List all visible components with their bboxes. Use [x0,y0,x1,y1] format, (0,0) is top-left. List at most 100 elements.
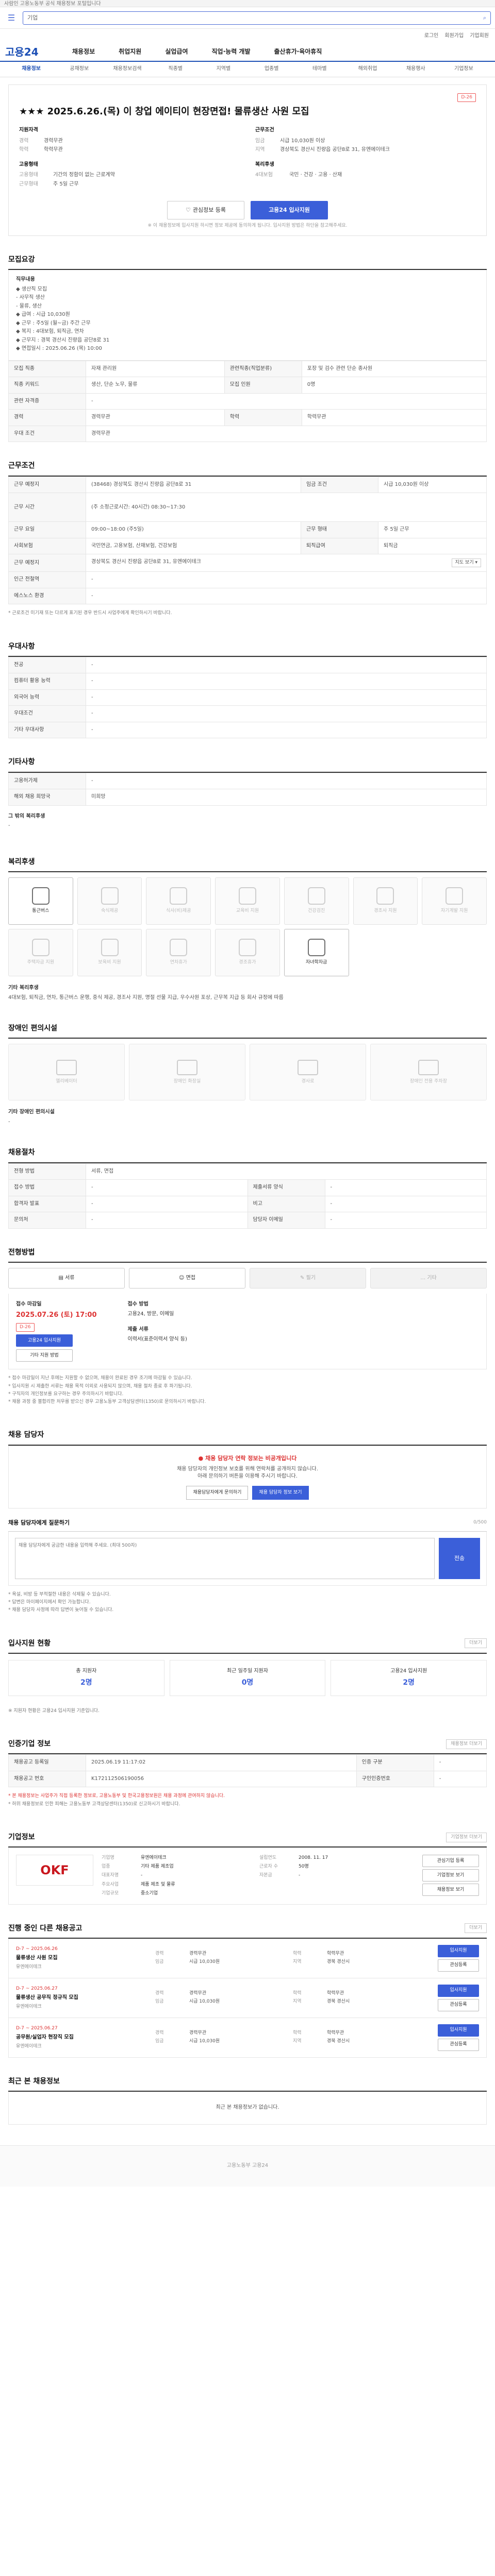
login-link[interactable]: 로그인 [424,32,439,40]
apply-online-button[interactable]: 고용24 입사지원 [16,1334,73,1347]
nav-item-training[interactable]: 직업·능력 개발 [212,47,251,56]
welfare-item: 식사(비)제공 [146,877,211,925]
site-logo[interactable]: 고용24 [5,45,52,60]
corp-member-link[interactable]: 기업회원 [470,32,489,40]
subnav-item[interactable]: 지역별 [200,65,248,73]
map-button[interactable]: 지도 보기 ▾ [451,558,481,568]
corp-info-button[interactable]: 기업정보 보기 [422,1869,479,1882]
table-key: 학력 [224,409,302,426]
facility-item: 경사로 [250,1044,366,1101]
subnav-item[interactable]: 공채정보 [55,65,103,73]
corp-logo: OKF [16,1855,93,1886]
duty-line: - 물류, 생산 [16,303,42,309]
subnav-item[interactable]: 채용정보 [7,65,55,73]
subnav-item[interactable]: 해외취업 [343,65,391,73]
table-value: 경상북도 경산시 진량읍 공단8로 31, 유엔에이테크 지도 보기 ▾ [86,554,487,572]
table-row: 우대조건 - [8,705,487,722]
stats-more-button[interactable]: 더보기 [465,1638,487,1649]
table-key: 전공 [8,656,86,674]
table-key: 근무 요일 [8,521,86,538]
subnav-item[interactable]: 채용정보검색 [103,65,151,73]
table-row: 합격자 발표 - 비고 - [8,1195,487,1213]
section-title: 복리후생 [8,857,35,866]
subnav-item[interactable]: 업종별 [248,65,295,73]
list-item[interactable]: D-7 ~ 2025.06.27 공무원/실업자 현장직 모집 유엔에이테크 경력 경… [8,2018,487,2058]
list-item[interactable]: D-7 ~ 2025.06.27 물류생산 공무직 정규직 모집 유엔에이테크 경력… [8,1978,487,2018]
signup-link[interactable]: 회원가입 [444,32,464,40]
section-preference: 우대사항 전공 - 컴퓨터 활용 능력 - 외국어 능력 - 우대조건 - 기타 우대사… [8,641,487,739]
apply-button[interactable]: 고용24 입사지원 [251,201,328,220]
top-notice-bar: 사람인 고용노동부 공식 채용정보 포털입니다 [0,0,495,7]
nav-item-unemployment[interactable]: 실업급여 [165,47,188,56]
table-value: 퇴직금 [378,537,487,555]
apply-info-block: 접수 방법 고용24, 방문, 이메일 제출 서류 이력서(표준이력서 양식 등… [128,1301,187,1362]
etc-extra-title: 그 밖의 복리후생 [8,813,45,819]
job-header: D-26 ★★★ 2025.6.26.(목) 이 창업 에이티이 현장면접! 물… [8,84,487,236]
subnav-item[interactable]: 테마별 [295,65,343,73]
job-title-link[interactable]: 공무원/실업자 현장직 모집 [16,2034,145,2042]
search-placeholder: 기업 [27,14,38,21]
conditions-note: * 근로조건 미기재 또는 다르게 표기된 경우 반드시 사업주에게 확인하시기… [8,611,172,616]
job-apply-button[interactable]: 입사지원 [438,2024,479,2037]
duty-line: ◆ 생산직 모집 [16,286,47,292]
section-facility: 장애인 편의시설 엘리베이터 장애인 화장실 경사로 장애인 전용 주차장 기타… [8,1023,487,1129]
table-value: 09:00~18:00 (주5일) [85,521,302,538]
inquiry-textarea[interactable] [15,1537,435,1579]
corp-info: 기업명 유엔에이테크 설립연도 2008. 11. 17 업종 기타 제품 제조업 근로자… [102,1855,414,1896]
welfare-label: 자기계발 지원 [440,908,468,914]
subnav-item[interactable]: 채용행사 [392,65,440,73]
job-scrap-button[interactable]: 관심등록 [438,2038,479,2051]
table-key: 근무 시간 [8,493,86,522]
nav-item-jobs[interactable]: 채용정보 [72,47,95,56]
section-stats: 입사지원 현황 더보기 총 지원자 2명 최근 일주일 지원자 0명 고용24 입사지… [8,1638,487,1721]
search-input[interactable]: 기업 ⌕ [23,11,491,25]
corp-more-button[interactable]: 기업정보 더보기 [446,1832,487,1842]
table-row: 경력 경력무관 학력 학력무관 [8,409,487,426]
job-apply-button[interactable]: 입사지원 [438,1984,479,1997]
other-apply-button[interactable]: 기타 지원 방법 [16,1349,73,1362]
job-title: ★★★ 2025.6.26.(목) 이 창업 에이티이 현장면접! 물류생산 사… [19,106,309,117]
facility-item: 장애인 전용 주차장 [370,1044,487,1101]
job-apply-button[interactable]: 입사지원 [438,1944,479,1957]
corp-jobs-button[interactable]: 채용정보 보기 [422,1884,479,1896]
health-icon [307,887,325,905]
welfare-grid: 통근버스 숙식제공 식사(비)제공 교육비 지원 건강검진 경조사 지원 자기계… [8,872,487,981]
corp-buttons: 관심기업 등록 기업정보 보기 채용정보 보기 [422,1855,479,1896]
subnav-item[interactable]: 직종별 [152,65,200,73]
facility-item: 엘리베이터 [8,1044,125,1101]
welfare-note-text: 4대보험, 퇴직금, 연차, 통근버스 운행, 중식 제공, 경조사 지원, 명… [8,994,284,1001]
nav-item-employment-support[interactable]: 취업지원 [119,47,141,56]
search-icon[interactable]: ⌕ [483,14,486,22]
menu-icon[interactable]: ☰ [4,11,19,25]
job-title-link[interactable]: 물류생산 사원 모집 [16,1955,145,1962]
welfare-item: 통근버스 [8,877,73,925]
job-scrap-button[interactable]: 관심등록 [438,1959,479,1972]
facility-label: 장애인 화장실 [173,1078,201,1084]
job-scrap-button[interactable]: 관심등록 [438,1998,479,2011]
scrap-button[interactable]: ♡ 관심정보 등록 [167,201,244,220]
table-key: 경력 [8,409,86,426]
interview-icon: ☺ [178,1275,186,1281]
corp-key: 업종 [102,1864,110,1870]
subnav-item[interactable]: 기업정보 [440,65,488,73]
other-more-button[interactable]: 더보기 [465,1923,487,1934]
job-title-link[interactable]: 물류생산 공무직 정규직 모집 [16,1994,145,2002]
job-value: 경력무관 [189,1951,207,1957]
table-value: - [433,1754,487,1771]
list-item[interactable]: D-7 ~ 2025.06.26 물류생산 사원 모집 유엔에이테크 경력 경력무관 학… [8,1938,487,1978]
contact-info-button[interactable]: 채용 담당자 정보 보기 [252,1485,309,1500]
job-key: 지역 [293,1959,302,1965]
corp-value: 2008. 11. 17 [299,1855,328,1861]
stat-label: 고용24 입사지원 [390,1668,427,1674]
table-key: 채용공고 등록일 [8,1754,86,1771]
info-more-button[interactable]: 채용정보 더보기 [446,1739,487,1749]
table-row: 문의처 - 담당자 이메일 - [8,1212,487,1229]
table-key: 해외 채용 희망국 [8,789,86,806]
restroom-icon [177,1059,197,1075]
nav-item-leave[interactable]: 출산휴가·육아휴직 [274,47,322,56]
corp-follow-button[interactable]: 관심기업 등록 [422,1855,479,1868]
inquiry-send-button[interactable]: 전송 [439,1537,480,1579]
table-row: 근무 요일 09:00~18:00 (주5일) 근무 형태 주 5일 근무 [8,521,487,538]
contact-inquiry-button[interactable]: 채용담당자에게 문의하기 [186,1485,249,1500]
table-row: 직종 키워드 생산, 단순 노무, 물류 모집 인원 0명 [8,377,487,394]
